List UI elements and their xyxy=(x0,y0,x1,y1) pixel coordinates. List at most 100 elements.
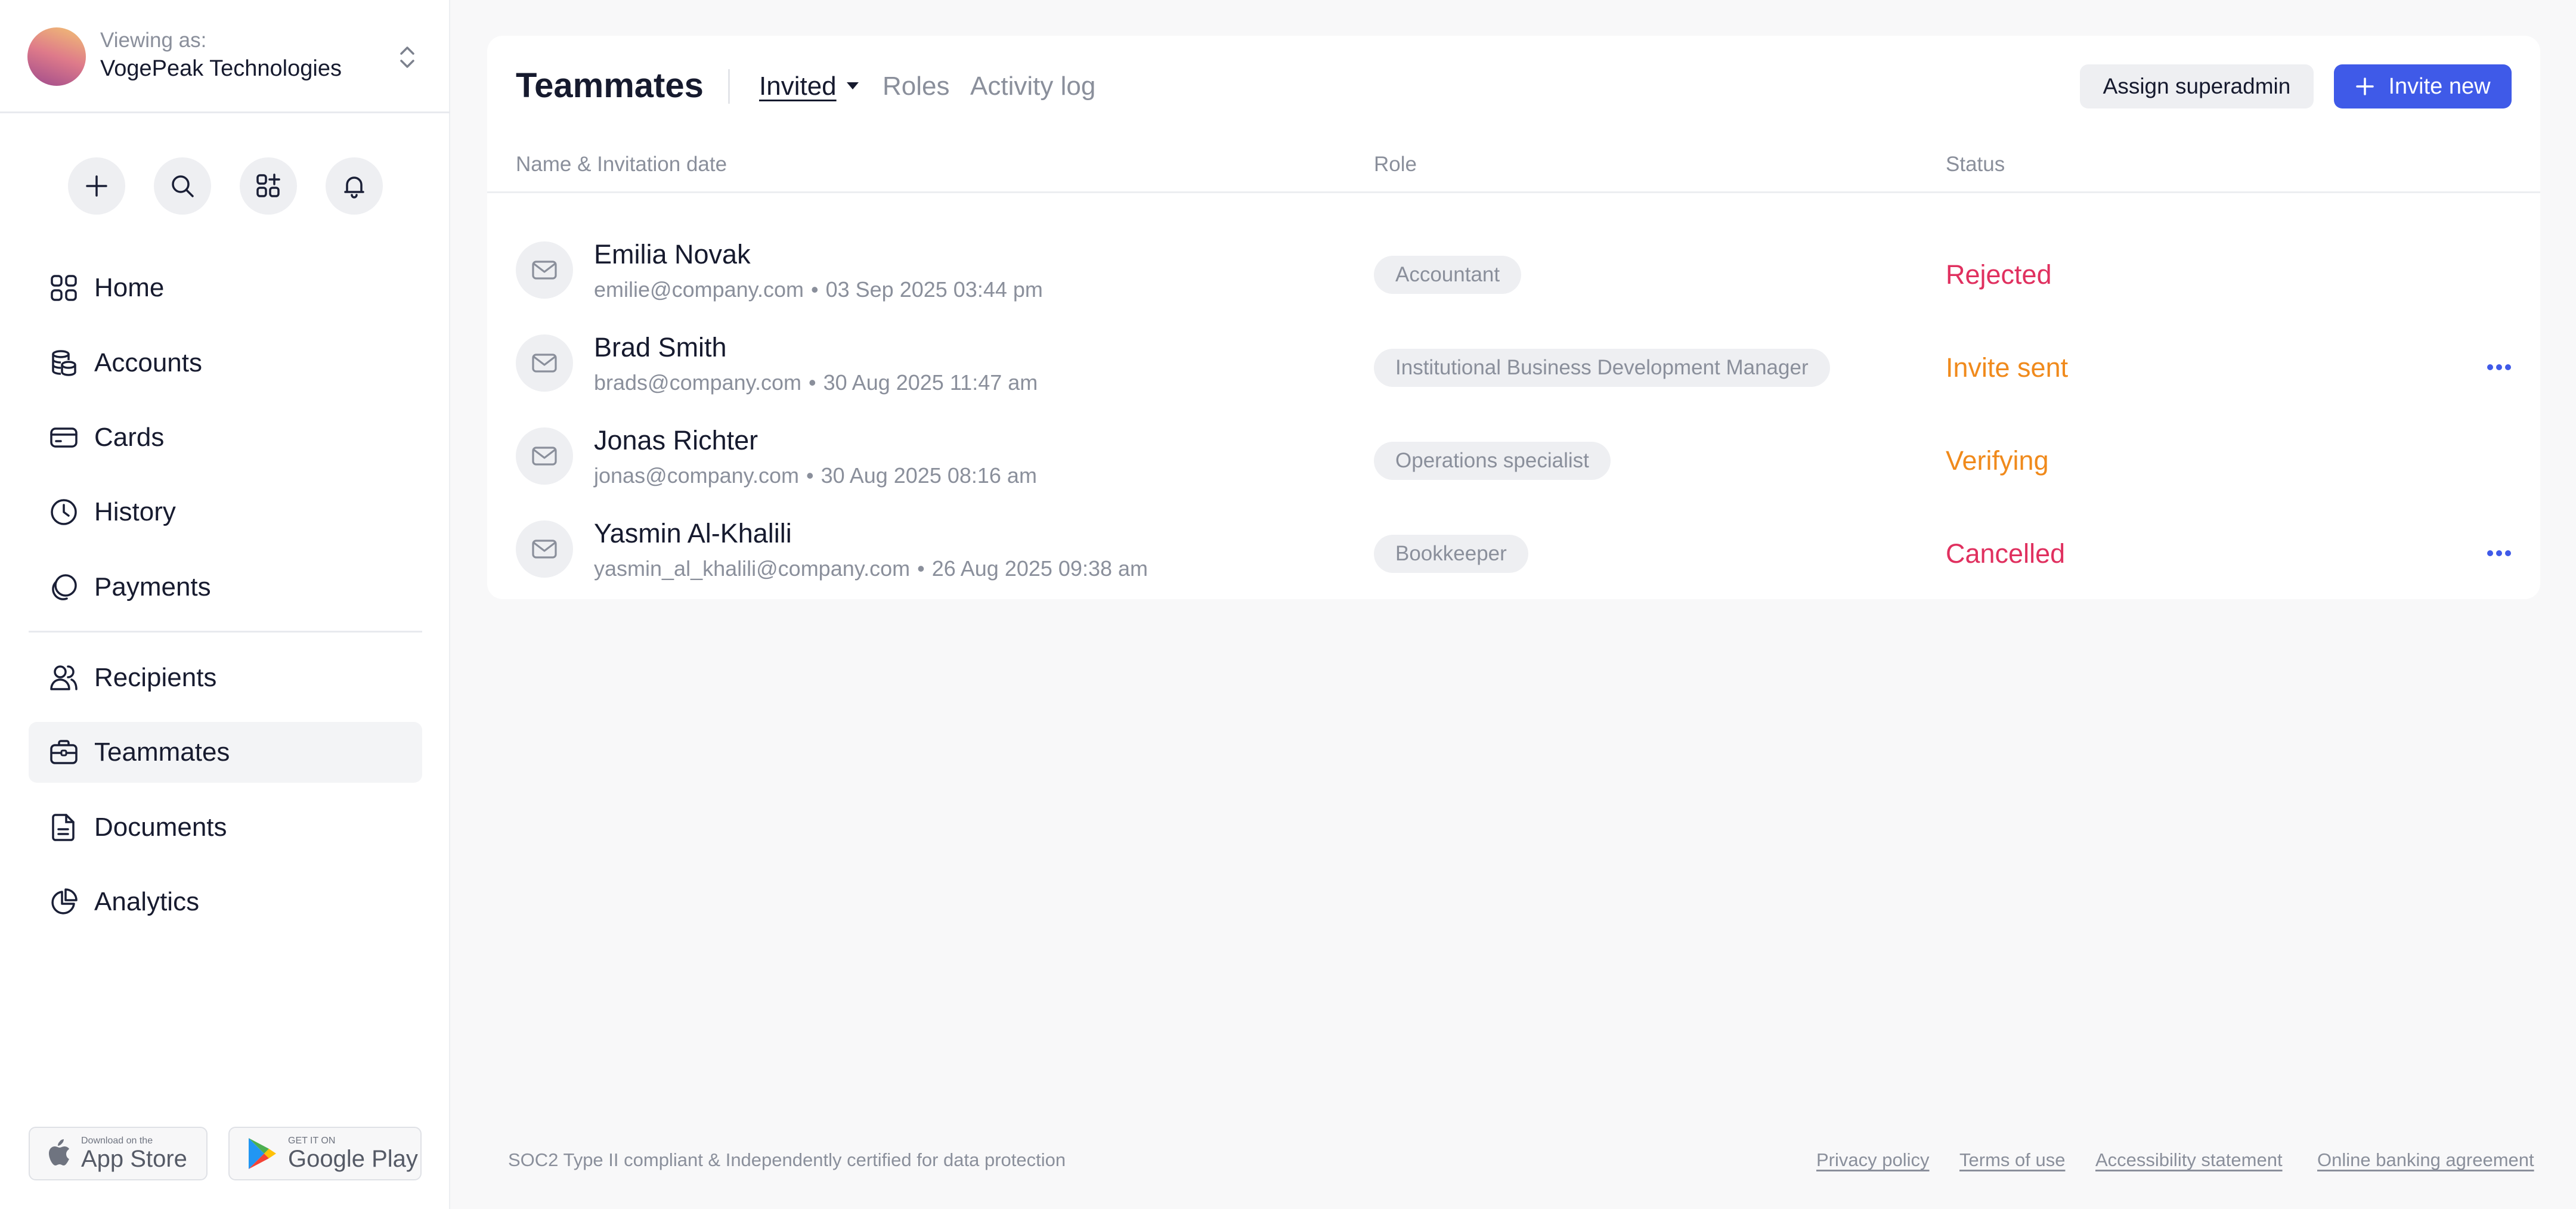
org-name: VogePeak Technologies xyxy=(100,56,342,81)
plus-icon xyxy=(2356,78,2374,95)
role-badge: Accountant xyxy=(1374,256,1522,294)
table-row[interactable]: Emilia Novak emilie@company.com • 03 Sep 2… xyxy=(487,218,2540,311)
sidebar-item-history[interactable]: History xyxy=(29,482,422,542)
sidebar-item-label: Analytics xyxy=(94,887,200,916)
sidebar-item-accounts[interactable]: Accounts xyxy=(29,333,422,393)
teammate-name: Jonas Richter xyxy=(594,425,758,455)
compliance-text: SOC2 Type II compliant & Independently c… xyxy=(508,1149,1066,1170)
teammates-card: Teammates Invited Roles Activity log Ass… xyxy=(487,36,2540,599)
card-icon xyxy=(50,427,78,448)
sidebar-item-label: Teammates xyxy=(94,737,230,767)
plus-icon xyxy=(86,175,107,197)
payments-icon xyxy=(52,574,77,600)
mail-icon xyxy=(532,540,557,559)
teammate-meta: brads@company.com • 30 Aug 2025 11:47 am xyxy=(594,370,1038,395)
more-options-icon[interactable] xyxy=(2486,549,2512,557)
terms-of-use-link[interactable]: Terms of use xyxy=(1959,1149,2065,1171)
tab-invited[interactable]: Invited xyxy=(759,72,837,101)
quick-notifications-button[interactable] xyxy=(326,157,383,215)
sidebar-item-label: History xyxy=(94,497,176,526)
tab-activity-log[interactable]: Activity log xyxy=(970,72,1095,101)
sidebar: Viewing as: VogePeak Technologies Home A… xyxy=(0,0,450,1209)
sidebar-item-label: Home xyxy=(94,273,165,302)
quick-apps-button[interactable] xyxy=(240,157,297,215)
sidebar-item-label: Recipients xyxy=(94,663,217,692)
teammate-meta: jonas@company.com • 30 Aug 2025 08:16 am xyxy=(594,463,1037,488)
teammate-email: brads@company.com xyxy=(594,370,802,395)
bell-icon xyxy=(344,176,364,199)
invite-new-label: Invite new xyxy=(2388,73,2491,99)
page-title: Teammates xyxy=(516,66,704,105)
teammate-meta: emilie@company.com • 03 Sep 2025 03:44 pm xyxy=(594,277,1043,302)
apps-add-icon xyxy=(256,173,280,197)
sidebar-item-documents[interactable]: Documents xyxy=(29,797,422,858)
column-header-role: Role xyxy=(1374,153,1417,176)
online-banking-agreement-link[interactable]: Online banking agreement xyxy=(2317,1149,2534,1171)
sidebar-item-payments[interactable]: Payments xyxy=(29,557,422,618)
teammate-meta: yasmin_al_khalili@company.com • 26 Aug 202… xyxy=(594,556,1148,581)
invite-new-button[interactable]: Invite new xyxy=(2334,64,2512,108)
more-options-icon[interactable] xyxy=(2486,363,2512,371)
sidebar-item-home[interactable]: Home xyxy=(29,258,422,318)
briefcase-icon xyxy=(50,740,78,764)
mail-icon xyxy=(532,447,557,466)
google-play-text: Google Play xyxy=(288,1146,418,1172)
invitation-date: 30 Aug 2025 11:47 am xyxy=(823,370,1038,395)
clock-icon xyxy=(51,499,77,525)
account-switcher[interactable]: Viewing as: VogePeak Technologies xyxy=(0,0,450,113)
table-header-divider xyxy=(487,191,2540,193)
sidebar-item-label: Cards xyxy=(94,423,165,452)
quick-search-button[interactable] xyxy=(154,157,211,215)
sidebar-item-teammates[interactable]: Teammates xyxy=(29,722,422,783)
invitation-date: 30 Aug 2025 08:16 am xyxy=(821,463,1037,488)
pie-chart-icon xyxy=(51,888,78,914)
column-header-status: Status xyxy=(1946,153,2005,176)
teammate-name: Brad Smith xyxy=(594,332,727,362)
assign-superadmin-button[interactable]: Assign superadmin xyxy=(2080,64,2314,108)
caret-down-icon[interactable] xyxy=(846,81,860,91)
sidebar-item-cards[interactable]: Cards xyxy=(29,407,422,468)
status-text: Cancelled xyxy=(1946,538,2066,569)
status-text: Verifying xyxy=(1946,445,2049,476)
invite-avatar xyxy=(516,520,573,578)
app-store-badge[interactable]: Download on the App Store xyxy=(29,1127,208,1180)
teammate-email: emilie@company.com xyxy=(594,277,804,302)
table-row[interactable]: Jonas Richter jonas@company.com • 30 Aug 2… xyxy=(487,404,2540,497)
org-avatar xyxy=(27,27,86,86)
status-text: Invite sent xyxy=(1946,352,2069,383)
invitation-date: 26 Aug 2025 09:38 am xyxy=(931,556,1148,581)
invite-avatar xyxy=(516,241,573,299)
sidebar-divider xyxy=(29,631,422,633)
invite-avatar xyxy=(516,427,573,485)
tab-roles[interactable]: Roles xyxy=(883,72,950,101)
app-store-text: App Store xyxy=(81,1146,187,1172)
teammate-name: Emilia Novak xyxy=(594,239,751,269)
table-row[interactable]: Brad Smith brads@company.com • 30 Aug 2025… xyxy=(487,311,2540,404)
chevron-up-down-icon[interactable] xyxy=(396,43,419,72)
google-play-icon xyxy=(249,1138,276,1169)
role-badge: Operations specialist xyxy=(1374,442,1611,480)
teammate-email: jonas@company.com xyxy=(594,463,800,488)
invitation-date: 03 Sep 2025 03:44 pm xyxy=(825,277,1043,302)
invite-avatar xyxy=(516,334,573,392)
title-divider xyxy=(728,69,730,104)
search-icon xyxy=(172,175,194,197)
role-badge: Bookkeeper xyxy=(1374,535,1528,573)
table-row[interactable]: Yasmin Al-Khalili yasmin_al_khalili@comp… xyxy=(487,497,2540,590)
privacy-policy-link[interactable]: Privacy policy xyxy=(1816,1149,1930,1171)
teammate-email: yasmin_al_khalili@company.com xyxy=(594,556,911,581)
users-icon xyxy=(50,665,78,690)
app-store-small-text: Download on the xyxy=(81,1136,153,1146)
viewing-as-label: Viewing as: xyxy=(100,29,207,52)
google-play-badge[interactable]: GET IT ON Google Play xyxy=(228,1127,422,1180)
coins-icon xyxy=(52,350,76,376)
mail-icon xyxy=(532,261,557,280)
role-badge: Institutional Business Development Manag… xyxy=(1374,349,1830,387)
sidebar-item-analytics[interactable]: Analytics xyxy=(29,872,422,932)
sidebar-item-recipients[interactable]: Recipients xyxy=(29,647,422,708)
grid-icon xyxy=(51,275,77,301)
accessibility-statement-link[interactable]: Accessibility statement xyxy=(2095,1149,2283,1171)
document-icon xyxy=(52,814,75,841)
quick-add-button[interactable] xyxy=(68,157,125,215)
apple-icon xyxy=(49,1139,69,1165)
